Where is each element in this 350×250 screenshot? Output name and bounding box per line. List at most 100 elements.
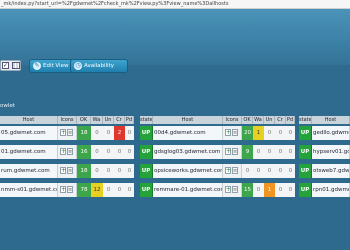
count-ok[interactable]: 9 xyxy=(242,145,253,159)
count-unknown[interactable]: 0 xyxy=(103,145,114,159)
col-ok-2[interactable]: OK xyxy=(242,116,253,124)
count-unknown[interactable]: 0 xyxy=(264,164,275,178)
count-pending[interactable]: 0 xyxy=(286,183,295,197)
menu-icon[interactable]: ≡ xyxy=(232,148,238,155)
count-critical[interactable]: 0 xyxy=(275,145,286,159)
col-host[interactable]: Host xyxy=(0,116,58,124)
view-toggle[interactable]: ✓ xyxy=(0,60,21,71)
count-pending[interactable]: 0 xyxy=(125,183,134,197)
add-icon[interactable]: + xyxy=(60,167,66,174)
state-badge: UP xyxy=(140,183,153,197)
col-cr[interactable]: Cr xyxy=(114,116,125,124)
row-icons: + ≡ xyxy=(58,145,77,159)
host-link[interactable]: remmare-01.gdwmet.com xyxy=(153,183,223,197)
count-warn[interactable]: 1 xyxy=(253,126,264,140)
host-link[interactable]: rum.gdwmet.com xyxy=(0,164,58,178)
menu-icon[interactable]: ≡ xyxy=(232,167,238,174)
col-ok[interactable]: OK xyxy=(77,116,91,124)
col-state-3[interactable]: state xyxy=(299,116,312,124)
col-un[interactable]: Un xyxy=(103,116,114,124)
host-link[interactable]: 05.gdwmet.com xyxy=(0,126,58,140)
count-warn[interactable]: 0 xyxy=(253,145,264,159)
menu-icon[interactable]: ≡ xyxy=(67,186,73,193)
col-host-3[interactable]: Host xyxy=(312,116,350,124)
add-icon[interactable]: + xyxy=(60,129,66,136)
count-ok[interactable]: 16 xyxy=(77,145,91,159)
count-pending[interactable]: 0 xyxy=(125,164,134,178)
count-ok[interactable]: 0 xyxy=(242,164,253,178)
count-critical[interactable]: 0 xyxy=(275,183,286,197)
count-warn[interactable]: 0 xyxy=(253,164,264,178)
menu-icon[interactable]: ≡ xyxy=(232,186,238,193)
host-link[interactable]: nmm-s01.gdwmet.com xyxy=(0,183,58,197)
count-unknown[interactable]: 1 xyxy=(264,183,275,197)
host-link[interactable]: opsiceworks.gdwmet.com xyxy=(153,164,223,178)
count-ok[interactable]: 78 xyxy=(77,183,91,197)
count-unknown[interactable]: 0 xyxy=(264,126,275,140)
count-pending[interactable]: 0 xyxy=(125,126,134,140)
add-icon[interactable]: + xyxy=(60,148,66,155)
count-critical[interactable]: 2 xyxy=(114,126,125,140)
availability-button[interactable]: ◷ Availability xyxy=(70,59,128,73)
count-warn[interactable]: 0 xyxy=(91,145,103,159)
menu-icon[interactable]: ≡ xyxy=(67,129,73,136)
col-wa[interactable]: Wa xyxy=(91,116,103,124)
count-unknown[interactable]: 0 xyxy=(103,183,114,197)
count-critical[interactable]: 0 xyxy=(114,145,125,159)
add-icon[interactable]: + xyxy=(225,129,231,136)
state-badge: UP xyxy=(299,126,312,140)
add-icon[interactable]: + xyxy=(225,148,231,155)
menu-icon[interactable]: ≡ xyxy=(67,167,73,174)
col-wa-2[interactable]: Wa xyxy=(253,116,264,124)
table-row[interactable]: nmm-s01.gdwmet.com +≡ 78 12 0 0 0 UP rem… xyxy=(0,183,350,197)
host-link[interactable]: 01.gdwmet.com xyxy=(0,145,58,159)
checkbox-icon[interactable]: ✓ xyxy=(2,62,9,69)
count-pending[interactable]: 0 xyxy=(125,145,134,159)
grid-icon[interactable] xyxy=(12,62,20,69)
menu-icon[interactable]: ≡ xyxy=(67,148,73,155)
host-link[interactable]: gedllo.gdwmet.com xyxy=(312,126,350,140)
count-warn[interactable]: 12 xyxy=(91,183,103,197)
host-link[interactable]: rpn01.gdwmet.com xyxy=(312,183,350,197)
row-icons: + ≡ xyxy=(58,183,77,197)
count-pending[interactable]: 0 xyxy=(286,164,295,178)
state-badge: UP xyxy=(140,145,153,159)
col-state[interactable]: state xyxy=(140,116,153,124)
menu-icon[interactable]: ≡ xyxy=(232,129,238,136)
count-warn[interactable]: 0 xyxy=(91,126,103,140)
col-pd[interactable]: Pd xyxy=(125,116,134,124)
count-critical[interactable]: 0 xyxy=(275,126,286,140)
count-unknown[interactable]: 0 xyxy=(264,145,275,159)
count-unknown[interactable]: 0 xyxy=(103,126,114,140)
host-link[interactable]: otsweb7.gdwmet.com xyxy=(312,164,350,178)
host-link[interactable]: gdsglog03.gdwmet.com xyxy=(153,145,223,159)
count-unknown[interactable]: 0 xyxy=(103,164,114,178)
row-icons: + ≡ xyxy=(223,183,242,197)
add-icon[interactable]: + xyxy=(225,167,231,174)
count-ok[interactable]: 18 xyxy=(77,126,91,140)
count-critical[interactable]: 0 xyxy=(275,164,286,178)
table-row[interactable]: 05.gdwmet.com + ≡ 18 0 0 2 0 UP 00d4.gdwm… xyxy=(0,126,350,140)
count-ok[interactable]: 18 xyxy=(77,164,91,178)
col-un-2[interactable]: Un xyxy=(264,116,275,124)
host-link[interactable]: 00d4.gdwmet.com xyxy=(153,126,223,140)
count-critical[interactable]: 0 xyxy=(114,164,125,178)
add-icon[interactable]: + xyxy=(60,186,66,193)
table-row[interactable]: 01.gdwmet.com + ≡ 16 0 0 0 0 UP gdsglog03… xyxy=(0,145,350,159)
count-ok[interactable]: 15 xyxy=(242,183,253,197)
count-warn[interactable]: 0 xyxy=(91,164,103,178)
col-host-2[interactable]: Host xyxy=(153,116,223,124)
availability-icon: ◷ xyxy=(74,62,82,70)
add-icon[interactable]: + xyxy=(225,186,231,193)
col-cr-2[interactable]: Cr xyxy=(275,116,286,124)
count-pending[interactable]: 0 xyxy=(286,145,295,159)
address-bar[interactable]: _mk/index.py?start_url=%2Fgdwmet%2Fcheck… xyxy=(0,0,350,9)
count-warn[interactable]: 0 xyxy=(253,183,264,197)
host-link[interactable]: hypserv01.gdwmet.com xyxy=(312,145,350,159)
row-icons: + ≡ xyxy=(223,145,242,159)
table-row[interactable]: rum.gdwmet.com + ≡ 18 0 0 0 0 UP opsicewo… xyxy=(0,164,350,178)
count-pending[interactable]: 0 xyxy=(286,126,295,140)
count-ok[interactable]: 20 xyxy=(242,126,253,140)
col-pd-2[interactable]: Pd xyxy=(286,116,295,124)
count-critical[interactable]: 0 xyxy=(114,183,125,197)
